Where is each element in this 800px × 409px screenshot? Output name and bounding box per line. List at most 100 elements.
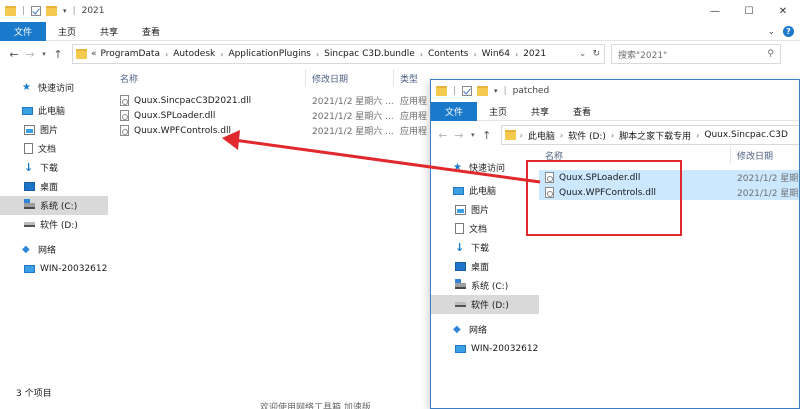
tab-view[interactable]: 查看 [561, 102, 603, 121]
computer-icon [24, 264, 35, 273]
breadcrumb-separator[interactable]: › [220, 50, 223, 59]
breadcrumb-this-pc[interactable]: 此电脑 [528, 129, 555, 142]
breadcrumb-win64[interactable]: Win64 [482, 49, 510, 59]
column-date[interactable]: 修改日期 [731, 146, 799, 164]
address-bar[interactable]: « ProgramData › Autodesk › ApplicationPl… [72, 44, 605, 64]
file-row[interactable]: Quux.WPFControls.dll 2021/1/2 星期六 ... 应用… [114, 123, 434, 138]
recent-locations-icon[interactable]: ▾ [38, 50, 50, 58]
column-type[interactable]: 类型 [394, 69, 434, 87]
breadcrumb-contents[interactable]: Contents [428, 49, 468, 59]
nav-network[interactable]: ◆ 网络 [0, 240, 108, 259]
refresh-icon[interactable]: ↻ [592, 49, 600, 59]
nav-quick-access[interactable]: ★ 快速访问 [0, 78, 108, 97]
nav-this-pc[interactable]: 此电脑 [431, 181, 539, 200]
address-overflow[interactable]: « [91, 49, 97, 59]
file-type: 应用程 [400, 127, 428, 137]
tab-home[interactable]: 主页 [477, 102, 519, 121]
file-row[interactable]: Quux.SincpacC3D2021.dll 2021/1/2 星期六 ...… [114, 93, 434, 108]
drive-icon [24, 222, 35, 227]
quick-access-dropdown-icon[interactable]: ▾ [494, 87, 498, 95]
breadcrumb-separator[interactable]: › [473, 50, 476, 59]
breadcrumb-programdata[interactable]: ProgramData [101, 49, 160, 59]
nav-quick-access[interactable]: ★ 快速访问 [431, 158, 539, 177]
back-icon[interactable]: ← [6, 48, 22, 61]
close-icon[interactable]: ✕ [766, 0, 800, 22]
expand-ribbon-icon[interactable]: ⌄ [767, 27, 775, 37]
breadcrumb-applicationplugins[interactable]: ApplicationPlugins [228, 49, 311, 59]
tab-home[interactable]: 主页 [46, 22, 88, 41]
breadcrumb-separator[interactable]: › [420, 50, 423, 59]
maximize-icon[interactable]: ☐ [732, 0, 766, 22]
title-bar[interactable]: | ▾ | 2021 — ☐ ✕ [0, 0, 800, 22]
forward-icon[interactable]: → [22, 48, 38, 61]
tab-file[interactable]: 文件 [431, 101, 478, 121]
nav-desktop[interactable]: 桌面 [0, 177, 108, 196]
nav-pictures[interactable]: 图片 [431, 200, 539, 219]
nav-network[interactable]: ◆ 网络 [431, 320, 539, 339]
tab-view[interactable]: 查看 [130, 22, 172, 41]
title-bar[interactable]: | ▾ | patched [431, 80, 799, 102]
file-name: Quux.SincpacC3D2021.dll [134, 95, 252, 106]
tab-share[interactable]: 共享 [519, 102, 561, 121]
properties-icon[interactable] [462, 86, 473, 96]
address-dropdown-icon[interactable]: ⌄ [579, 49, 587, 59]
breadcrumb-separator[interactable]: › [696, 131, 699, 140]
file-row[interactable]: Quux.SPLoader.dll 2021/1/2 星期六 ... 应用程 [114, 108, 434, 123]
breadcrumb-separator[interactable]: › [165, 50, 168, 59]
help-icon[interactable]: ? [783, 26, 794, 37]
new-folder-icon[interactable] [477, 86, 489, 96]
title-separator: | [22, 6, 26, 16]
address-toolbar: ← → ▾ ↑ « ProgramData › Autodesk › Appli… [0, 41, 800, 67]
computer-icon [22, 106, 33, 115]
up-icon[interactable]: ↑ [479, 129, 495, 142]
nav-documents[interactable]: 文档 [0, 139, 108, 158]
back-icon[interactable]: ← [435, 129, 451, 142]
tab-file[interactable]: 文件 [0, 21, 47, 41]
nav-software-drive[interactable]: 软件 (D:) [431, 295, 539, 314]
forward-icon[interactable]: → [451, 129, 467, 142]
breadcrumb-separator[interactable]: › [611, 131, 614, 140]
recent-locations-icon[interactable]: ▾ [467, 131, 479, 139]
pictures-icon [455, 204, 466, 215]
dll-file-icon [120, 95, 129, 106]
column-date[interactable]: 修改日期 [306, 69, 394, 87]
properties-icon[interactable] [31, 6, 42, 16]
breadcrumb-sincpac[interactable]: Quux.Sincpac.C3D [704, 130, 788, 140]
nav-documents[interactable]: 文档 [431, 219, 539, 238]
breadcrumb-separator[interactable]: › [560, 131, 563, 140]
breadcrumb-separator[interactable]: › [520, 131, 523, 140]
nav-downloads[interactable]: ↓ 下载 [0, 158, 108, 177]
breadcrumb-sincpac-bundle[interactable]: Sincpac C3D.bundle [324, 49, 415, 59]
download-icon: ↓ [24, 161, 34, 174]
breadcrumb-separator[interactable]: › [515, 50, 518, 59]
breadcrumb-download-folder[interactable]: 脚本之家下载专用 [619, 129, 691, 142]
search-input[interactable]: 搜索"2021" ⚲ [611, 44, 781, 64]
nav-downloads[interactable]: ↓ 下载 [431, 238, 539, 257]
breadcrumb-separator[interactable]: › [316, 50, 319, 59]
address-bar[interactable]: › 此电脑 › 软件 (D:) › 脚本之家下载专用 › Quux.Sincpa… [500, 125, 799, 145]
nav-desktop[interactable]: 桌面 [431, 257, 539, 276]
nav-system-drive[interactable]: 系统 (C:) [0, 196, 108, 215]
breadcrumb-software-drive[interactable]: 软件 (D:) [568, 129, 606, 142]
status-bar: 3 个项目 [16, 389, 52, 399]
folder-icon [76, 49, 87, 59]
breadcrumb-autodesk[interactable]: Autodesk [173, 49, 215, 59]
nav-system-drive[interactable]: 系统 (C:) [431, 276, 539, 295]
system-drive-icon [455, 278, 466, 289]
nav-host[interactable]: WIN-20032612 [431, 339, 539, 358]
breadcrumb-2021[interactable]: 2021 [523, 49, 546, 59]
nav-this-pc[interactable]: 此电脑 [0, 101, 108, 120]
window-controls: — ☐ ✕ [698, 0, 800, 22]
nav-software-drive[interactable]: 软件 (D:) [0, 215, 108, 234]
new-folder-icon[interactable] [46, 6, 58, 16]
quick-access-dropdown-icon[interactable]: ▾ [63, 7, 67, 15]
file-name: Quux.SPLoader.dll [134, 110, 216, 121]
up-icon[interactable]: ↑ [50, 48, 66, 61]
tab-share[interactable]: 共享 [88, 22, 130, 41]
dll-file-icon [120, 110, 129, 121]
network-icon: ◆ [22, 244, 30, 255]
search-icon[interactable]: ⚲ [767, 49, 774, 59]
nav-host[interactable]: WIN-20032612 [0, 259, 108, 278]
nav-pictures[interactable]: 图片 [0, 120, 108, 139]
minimize-icon[interactable]: — [698, 0, 732, 22]
